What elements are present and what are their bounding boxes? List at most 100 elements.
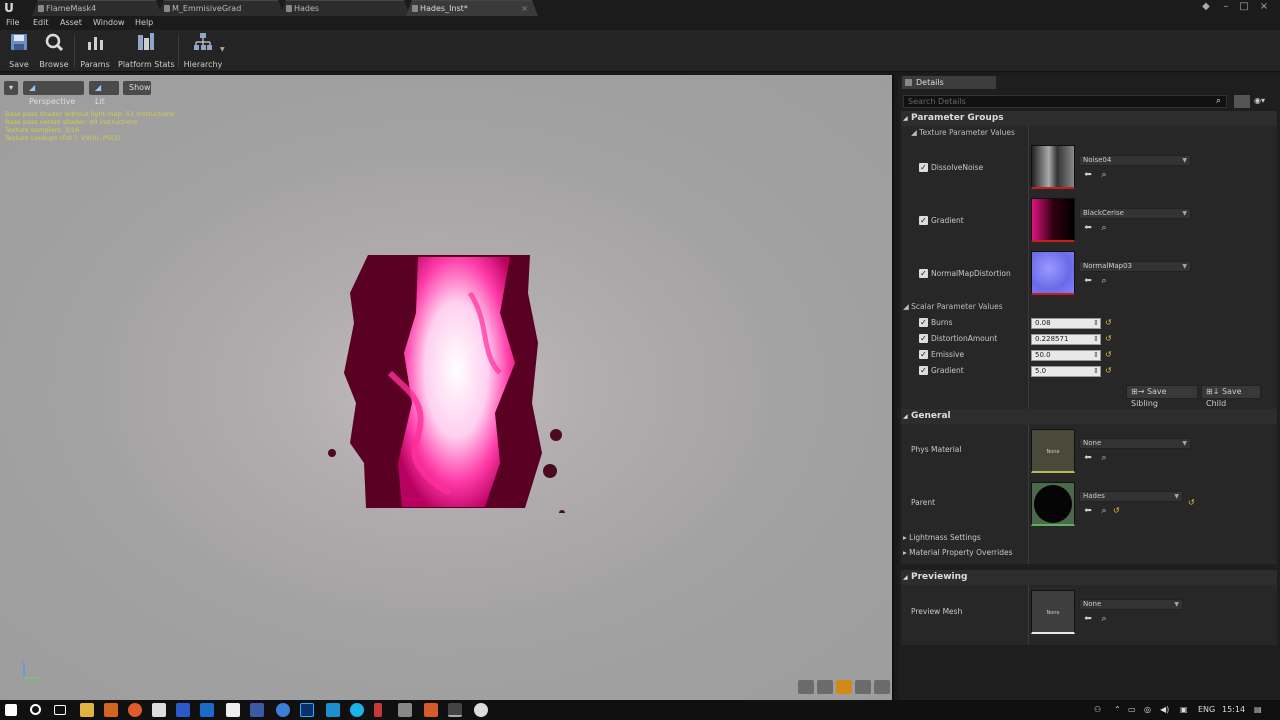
photoshop-icon[interactable] bbox=[300, 703, 314, 717]
browse-asset-search-icon[interactable]: ⌕ bbox=[1099, 276, 1109, 286]
parent-thumbnail[interactable] bbox=[1031, 482, 1075, 526]
menu-asset[interactable]: Asset bbox=[60, 17, 82, 29]
lightmass-settings-row[interactable]: ▸ Lightmass Settings bbox=[903, 533, 981, 543]
hierarchy-button[interactable]: Hierarchy bbox=[182, 32, 224, 70]
perspective-button[interactable]: ◢ Perspective bbox=[23, 81, 84, 106]
preview-mesh-thumbnail[interactable]: None bbox=[1031, 590, 1075, 634]
show-button[interactable]: Show bbox=[123, 81, 151, 95]
reset-to-default-icon[interactable]: ↺ bbox=[1188, 498, 1195, 508]
normalmap-asset-combo[interactable]: NormalMap03 ▼ bbox=[1079, 261, 1191, 272]
parent-combo[interactable]: Hades ▼ bbox=[1079, 491, 1183, 502]
task-view-icon[interactable] bbox=[54, 705, 66, 715]
general-header[interactable]: ◢ General bbox=[901, 409, 1277, 424]
app-icon[interactable] bbox=[374, 703, 382, 717]
tray-icon[interactable]: ▣ bbox=[1180, 704, 1188, 716]
search-details-input[interactable]: Search Details bbox=[903, 95, 1227, 108]
use-selected-arrow-icon[interactable]: ⬅ bbox=[1083, 170, 1093, 180]
close-tab-icon[interactable]: × bbox=[521, 1, 528, 16]
use-selected-arrow-icon[interactable]: ⬅ bbox=[1083, 453, 1093, 463]
brave-icon[interactable] bbox=[424, 703, 438, 717]
blackcerise-thumbnail[interactable] bbox=[1031, 198, 1075, 242]
network-people-icon[interactable]: ⚇ bbox=[1094, 704, 1101, 716]
reset-to-default-icon[interactable]: ↺ bbox=[1105, 318, 1112, 328]
preview-mesh-button[interactable] bbox=[874, 680, 890, 694]
tab-hades-inst[interactable]: Hades_Inst* × bbox=[406, 0, 538, 16]
phys-material-combo[interactable]: None ▼ bbox=[1079, 438, 1191, 449]
save-button[interactable]: Save bbox=[4, 32, 34, 70]
tab-m-emmisivegrad[interactable]: M_EmmisiveGrad bbox=[158, 0, 284, 16]
minimize-icon[interactable]: – bbox=[1218, 0, 1234, 14]
browse-button[interactable]: Browse bbox=[38, 32, 70, 70]
details-tab[interactable]: Details bbox=[902, 76, 996, 89]
menu-file[interactable]: File bbox=[6, 17, 19, 29]
use-selected-arrow-icon[interactable]: ⬅ bbox=[1083, 506, 1093, 516]
menu-window[interactable]: Window bbox=[93, 17, 125, 29]
noise04-thumbnail[interactable] bbox=[1031, 145, 1075, 189]
close-window-icon[interactable]: × bbox=[1256, 0, 1272, 14]
preview-plane-button[interactable] bbox=[836, 680, 852, 694]
app-icon[interactable] bbox=[176, 703, 190, 717]
dissolvenoise-asset-combo[interactable]: Noise04 ▼ bbox=[1079, 155, 1191, 166]
skype-icon[interactable] bbox=[350, 703, 364, 717]
gradient-texture-checkbox[interactable]: ✓ bbox=[919, 216, 928, 225]
preview-mesh-combo[interactable]: None ▼ bbox=[1079, 599, 1183, 610]
save-sibling-button[interactable]: ⊞→ Save Sibling bbox=[1126, 385, 1198, 408]
browse-asset-search-icon[interactable]: ⌕ bbox=[1099, 170, 1109, 180]
eye-icon[interactable]: ◉▾ bbox=[1254, 96, 1265, 105]
distortionamount-checkbox[interactable]: ✓ bbox=[919, 334, 928, 343]
show-hidden-icons[interactable]: ⌃ bbox=[1114, 704, 1121, 716]
preview-viewport[interactable]: ▾ ◢ Perspective ◢ Lit Show Base pass sha… bbox=[0, 75, 894, 700]
app-icon[interactable] bbox=[398, 703, 412, 717]
app-icon[interactable] bbox=[250, 703, 264, 717]
params-button[interactable]: Params bbox=[80, 32, 110, 70]
browse-asset-search-icon[interactable]: ⌕ bbox=[1099, 223, 1109, 233]
browse-asset-search-icon[interactable]: ⌕ bbox=[1099, 506, 1109, 516]
parameter-groups-header[interactable]: ◢ Parameter Groups bbox=[901, 111, 1277, 126]
maximize-icon[interactable]: □ bbox=[1236, 0, 1252, 14]
use-selected-arrow-icon[interactable]: ⬅ bbox=[1083, 276, 1093, 286]
windows-start-icon[interactable] bbox=[5, 704, 17, 716]
phys-material-thumbnail[interactable]: None bbox=[1031, 429, 1075, 473]
volume-icon[interactable]: ◀) bbox=[1160, 704, 1169, 716]
gradient-scalar-checkbox[interactable]: ✓ bbox=[919, 366, 928, 375]
notification-icon[interactable]: ◆ bbox=[1198, 0, 1214, 14]
tab-hades[interactable]: Hades bbox=[280, 0, 410, 16]
language-indicator[interactable]: ENG bbox=[1198, 704, 1215, 716]
reset-to-default-icon[interactable]: ↺ bbox=[1105, 350, 1112, 360]
burns-checkbox[interactable]: ✓ bbox=[919, 318, 928, 327]
burns-value-input[interactable]: 0.08 ⇕ bbox=[1031, 318, 1101, 329]
hierarchy-dropdown-arrow-icon[interactable]: ▼ bbox=[220, 46, 225, 53]
unreal-engine-taskbar-icon[interactable] bbox=[448, 703, 462, 717]
view-options-icon[interactable] bbox=[1234, 95, 1250, 108]
menu-help[interactable]: Help bbox=[135, 17, 153, 29]
cortana-search-icon[interactable] bbox=[30, 704, 41, 715]
notepad-icon[interactable] bbox=[226, 703, 240, 717]
firefox-icon[interactable] bbox=[128, 703, 142, 717]
emissive-checkbox[interactable]: ✓ bbox=[919, 350, 928, 359]
app-icon[interactable] bbox=[326, 703, 340, 717]
file-explorer-icon[interactable] bbox=[80, 703, 94, 717]
tray-icon[interactable]: ▭ bbox=[1128, 704, 1136, 716]
menu-edit[interactable]: Edit bbox=[33, 17, 49, 29]
scalar-params-header[interactable]: ◢ Scalar Parameter Values bbox=[903, 302, 1003, 312]
tray-icon[interactable]: ◎ bbox=[1144, 704, 1151, 716]
reset-to-default-icon[interactable]: ↺ bbox=[1105, 334, 1112, 344]
distortionamount-value-input[interactable]: 0.228571 ⇕ bbox=[1031, 334, 1101, 345]
texture-params-header[interactable]: ◢ Texture Parameter Values bbox=[911, 128, 1015, 138]
viewport-options-button[interactable]: ▾ bbox=[4, 81, 18, 95]
save-child-button[interactable]: ⊞↓ Save Child bbox=[1201, 385, 1261, 408]
tab-flamemask4[interactable]: FlameMask4 bbox=[32, 0, 162, 16]
normalmap03-thumbnail[interactable] bbox=[1031, 251, 1075, 295]
platform-stats-button[interactable]: Platform Stats bbox=[118, 32, 175, 70]
cursor-app-icon[interactable] bbox=[152, 703, 166, 717]
app-icon[interactable] bbox=[474, 703, 488, 717]
dissolvenoise-checkbox[interactable]: ✓ bbox=[919, 163, 928, 172]
chrome-icon[interactable] bbox=[276, 703, 290, 717]
reset-to-default-icon[interactable]: ↺ bbox=[1113, 506, 1120, 516]
gradient-scalar-value-input[interactable]: 5.0 ⇕ bbox=[1031, 366, 1101, 377]
browse-asset-search-icon[interactable]: ⌕ bbox=[1099, 614, 1109, 624]
steam-icon[interactable] bbox=[200, 703, 214, 717]
use-selected-arrow-icon[interactable]: ⬅ bbox=[1083, 614, 1093, 624]
browse-asset-search-icon[interactable]: ⌕ bbox=[1099, 453, 1109, 463]
gradient-asset-combo[interactable]: BlackCerise ▼ bbox=[1079, 208, 1191, 219]
